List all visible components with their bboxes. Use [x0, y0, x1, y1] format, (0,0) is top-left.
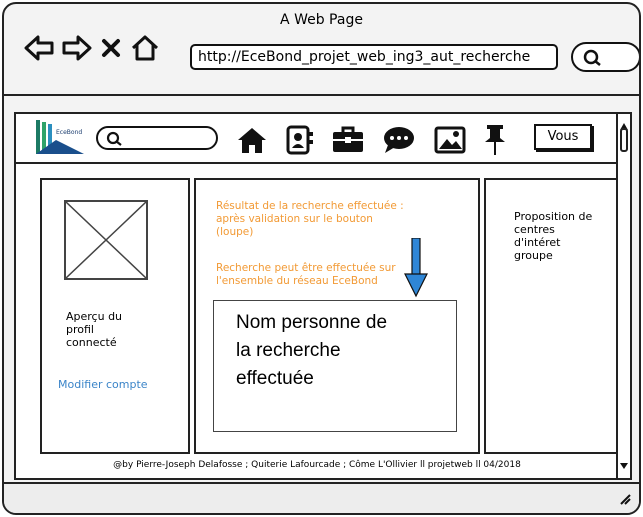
home-nav-icon[interactable]: [130, 34, 160, 62]
url-bar[interactable]: http://EceBond_projet_web_ing3_aut_reche…: [190, 44, 558, 70]
back-icon[interactable]: [24, 34, 54, 62]
browser-window: A Web Page http://EceBond_projet_web_ing…: [2, 2, 641, 515]
interests-proposition-label: Proposition de centres d'intéret groupe: [514, 210, 593, 262]
site-header: EceBond Vous: [16, 114, 618, 164]
home-icon[interactable]: [236, 126, 268, 158]
resize-grip-icon[interactable]: [617, 490, 631, 509]
status-bar: [4, 482, 639, 513]
interests-panel: Proposition de centres d'intéret groupe: [484, 178, 618, 454]
briefcase-icon[interactable]: [332, 126, 364, 158]
down-arrow-icon: [404, 237, 428, 302]
site-search-input[interactable]: [96, 126, 218, 150]
browser-nav: [24, 34, 160, 62]
contacts-icon[interactable]: [286, 125, 314, 159]
scroll-down-icon[interactable]: [620, 455, 628, 474]
profile-panel: Aperçu du profil connecté Modifier compt…: [40, 178, 190, 454]
toolbar-divider: [4, 94, 639, 96]
stop-icon[interactable]: [100, 37, 122, 59]
window-title: A Web Page: [280, 12, 363, 28]
scroll-thumb[interactable]: [620, 128, 628, 152]
site-nav-icons: [236, 124, 506, 160]
ecebond-logo[interactable]: EceBond: [36, 120, 84, 156]
profile-preview-label: Aperçu du profil connecté: [66, 310, 123, 349]
site-footer: @by Pierre-Joseph Delafosse ; Quiterie L…: [113, 460, 521, 470]
image-icon[interactable]: [434, 126, 466, 158]
scroll-up-icon[interactable]: [620, 116, 628, 130]
browser-search-field[interactable]: [571, 42, 639, 72]
search-result-item[interactable]: Nom personne de la recherche effectuée: [213, 300, 457, 432]
vertical-scrollbar[interactable]: [616, 114, 630, 478]
pin-icon[interactable]: [484, 124, 506, 160]
profile-image-placeholder: [64, 200, 148, 280]
forward-icon[interactable]: [62, 34, 92, 62]
account-button[interactable]: Vous: [534, 124, 592, 150]
scope-note: Recherche peut être effectuée sur l'ense…: [216, 262, 396, 287]
modify-account-link[interactable]: Modifier compte: [58, 378, 148, 391]
chat-icon[interactable]: [382, 125, 416, 159]
web-page: EceBond Vous Aperçu du profil connecté M…: [14, 112, 632, 480]
results-note: Résultat de la recherche effectuée : apr…: [216, 200, 404, 238]
svg-text:EceBond: EceBond: [56, 129, 82, 136]
search-results-panel: Résultat de la recherche effectuée : apr…: [194, 178, 480, 454]
